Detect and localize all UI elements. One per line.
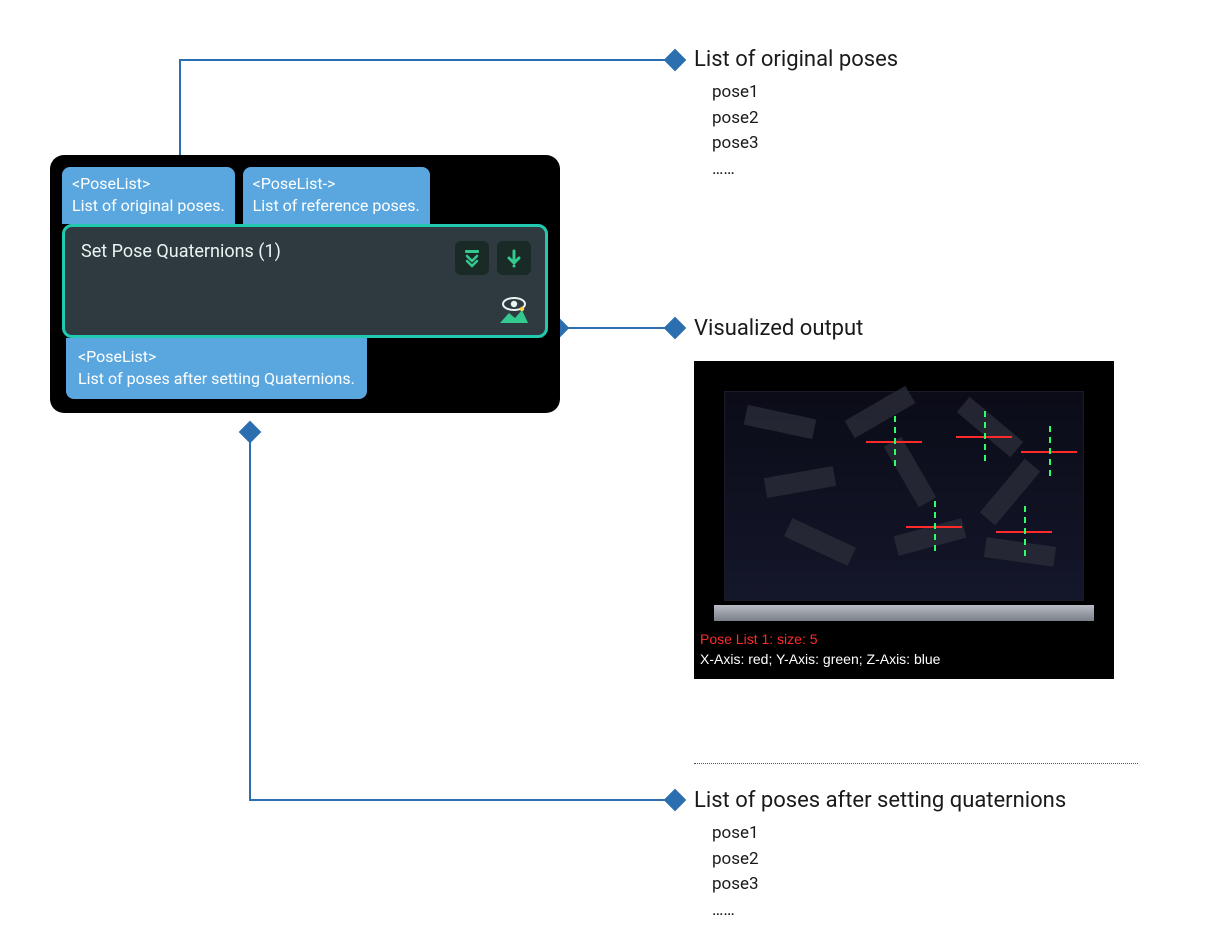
list-item: pose1 [712, 821, 1154, 847]
list-item: pose2 [712, 106, 1134, 132]
bin-tray [724, 391, 1084, 601]
part-shape [894, 518, 967, 555]
output-port-result-poses[interactable]: <PoseList> List of poses after setting Q… [66, 338, 367, 399]
node-action-icons [455, 241, 531, 275]
part-shape [764, 466, 836, 498]
step-node: <PoseList> List of original poses. <Pose… [50, 155, 560, 413]
port-desc: List of original poses. [72, 195, 225, 217]
visualize-output-icon[interactable] [497, 295, 531, 325]
port-type: <PoseList-> [253, 173, 420, 195]
callout-list: pose1 pose2 pose3 …… [712, 80, 1134, 182]
visualize-row [81, 295, 531, 325]
callout-original-poses: List of original poses pose1 pose2 pose3… [694, 47, 1134, 182]
list-item: pose3 [712, 131, 1134, 157]
visualization-panel: Pose List 1: size: 5 X-Axis: red; Y-Axis… [694, 361, 1114, 679]
input-ports-row: <PoseList> List of original poses. <Pose… [62, 167, 548, 224]
list-item: pose3 [712, 872, 1154, 898]
list-item: …… [712, 898, 1154, 924]
part-shape [744, 405, 817, 439]
port-desc: List of poses after setting Quaternions. [78, 368, 355, 390]
part-shape [957, 397, 1023, 457]
list-item: pose1 [712, 80, 1134, 106]
node-body[interactable]: Set Pose Quaternions (1) [62, 224, 548, 338]
list-item: pose2 [712, 847, 1154, 873]
input-port-reference-poses[interactable]: <PoseList-> List of reference poses. [243, 167, 430, 224]
port-type: <PoseList> [72, 173, 225, 195]
part-shape [980, 459, 1040, 525]
run-step-icon[interactable] [497, 241, 531, 275]
input-port-original-poses[interactable]: <PoseList> List of original poses. [62, 167, 235, 224]
callout-list: pose1 pose2 pose3 …… [712, 821, 1154, 923]
node-title-row: Set Pose Quaternions (1) [81, 241, 531, 275]
callout-title: List of original poses [694, 47, 1134, 72]
list-item: …… [712, 157, 1134, 183]
section-divider [694, 763, 1138, 764]
part-shape [845, 386, 916, 438]
part-shape [884, 437, 936, 508]
port-type: <PoseList> [78, 346, 355, 368]
callout-title: List of poses after setting quaternions [694, 788, 1154, 813]
callout-visualized-output: Visualized output Pose List 1: size: 5 X… [694, 316, 1134, 679]
expand-all-icon[interactable] [455, 241, 489, 275]
part-shape [984, 537, 1056, 567]
callout-title: Visualized output [694, 316, 1134, 341]
tray-base [714, 605, 1094, 621]
part-shape [784, 518, 856, 566]
port-desc: List of reference poses. [253, 195, 420, 217]
viz-overlay-line-2: X-Axis: red; Y-Axis: green; Z-Axis: blue [700, 651, 940, 667]
node-title: Set Pose Quaternions (1) [81, 241, 281, 262]
callout-result-poses: List of poses after setting quaternions … [694, 788, 1154, 923]
viz-overlay-line-1: Pose List 1: size: 5 [700, 631, 818, 647]
